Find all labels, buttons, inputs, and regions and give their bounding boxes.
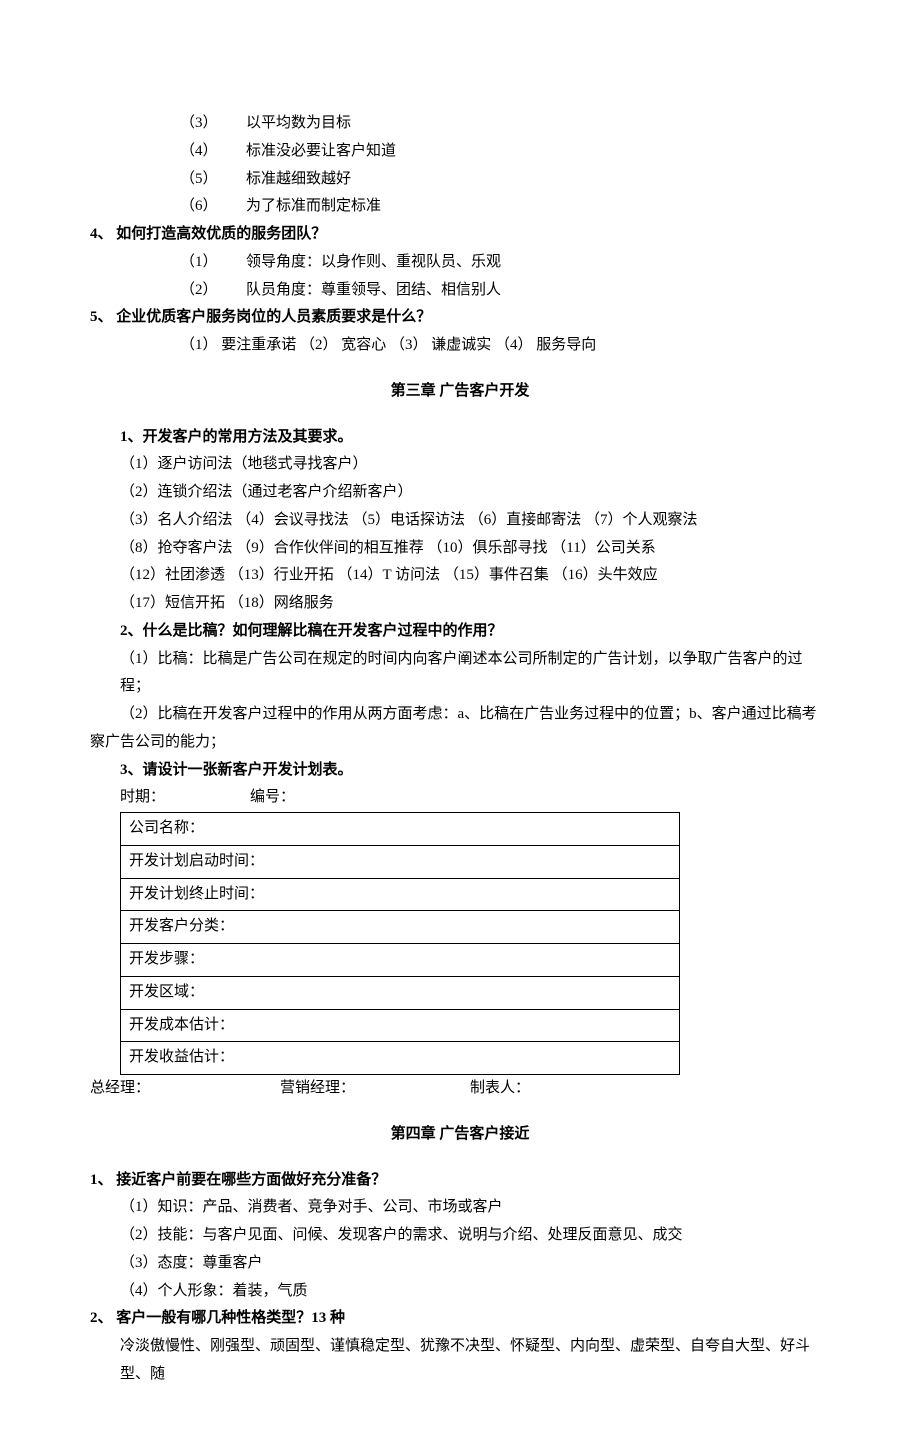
c3-q3-heading: 3、请设计一张新客户开发计划表。 [90,757,830,785]
table-cell: 开发计划终止时间： [121,878,680,911]
c4-q1-heading: 1、 接近客户前要在哪些方面做好充分准备？ [90,1167,830,1195]
c4-q2-label: 2、 [90,1310,113,1326]
c4-q1-text: 接近客户前要在哪些方面做好充分准备？ [116,1172,386,1188]
c3-q2-heading: 2、什么是比稿？如何理解比稿在开发客户过程中的作用？ [90,618,830,646]
footer-marketing-manager: 营销经理： [280,1075,470,1103]
item-text: 标准没必要让客户知道 [246,143,396,159]
table-cell: 开发步骤： [121,944,680,977]
table-row: 公司名称： [121,813,680,846]
item-num: （5） [180,166,246,194]
paragraph: 冷淡傲慢性、刚强型、顽固型、谨慎稳定型、犹豫不决型、怀疑型、内向型、虚荣型、自夸… [90,1333,830,1389]
table-cell: 开发计划启动时间： [121,845,680,878]
table-meta-row: 时期： 编号： [90,784,830,812]
table-cell: 开发成本估计： [121,1009,680,1042]
question-5-heading: 5、 企业优质客户服务岗位的人员素质要求是什么？ [90,304,830,332]
c4-q1-label: 1、 [90,1172,113,1188]
question-4-heading: 4、 如何打造高效优质的服务团队？ [90,221,830,249]
item-text: 为了标准而制定标准 [246,198,381,214]
c4-q2-heading: 2、 客户一般有哪几种性格类型？13 种 [90,1305,830,1333]
table-meta-date: 时期： [120,784,180,812]
table-cell: 开发客户分类： [121,911,680,944]
list-item: （3）名人介绍法 （4）会议寻找法 （5）电话探访法 （6）直接邮寄法 （7）个… [90,507,830,535]
q5-text: 企业优质客户服务岗位的人员素质要求是什么？ [116,309,431,325]
item-text: 标准越细致越好 [246,171,351,187]
list-item: （1）逐户访问法（地毯式寻找客户） [90,451,830,479]
table-row: 开发计划终止时间： [121,878,680,911]
paragraph: （2）比稿在开发客户过程中的作用从两方面考虑：a、比稿在广告业务过程中的位置；b… [90,701,830,757]
item-text: 队员角度：尊重领导、团结、相信别人 [246,282,501,298]
table-cell: 开发收益估计： [121,1042,680,1075]
table-cell: 公司名称： [121,813,680,846]
item-num: （1） [180,249,246,277]
chapter-3-title: 第三章 广告客户开发 [90,378,830,406]
table-row: 开发步骤： [121,944,680,977]
chapter-4-title: 第四章 广告客户接近 [90,1121,830,1149]
q5-inline-list: （1） 要注重承诺 （2） 宽容心 （3） 谦虚诚实 （4） 服务导向 [90,332,830,360]
footer-general-manager: 总经理： [90,1075,280,1103]
table-row: 开发收益估计： [121,1042,680,1075]
table-row: 开发计划启动时间： [121,845,680,878]
c4-q2-text: 客户一般有哪几种性格类型？13 种 [116,1310,345,1326]
list-item: （1）知识：产品、消费者、竞争对手、公司、市场或客户 [90,1194,830,1222]
c3-q1-heading: 1、开发客户的常用方法及其要求。 [90,424,830,452]
list-item: （2）连锁介绍法（通过老客户介绍新客户） [90,479,830,507]
list-item: （12）社团渗透 （13）行业开拓 （14）T 访问法 （15）事件召集 （16… [90,562,830,590]
table-row: 开发区域： [121,976,680,1009]
table-cell: 开发区域： [121,976,680,1009]
plan-table: 公司名称： 开发计划启动时间： 开发计划终止时间： 开发客户分类： 开发步骤： … [120,812,680,1075]
table-row: 开发成本估计： [121,1009,680,1042]
q4-text: 如何打造高效优质的服务团队？ [116,226,326,242]
footer-author: 制表人： [470,1075,620,1103]
item-num: （6） [180,193,246,221]
partial-list-top: （3）以平均数为目标 （4）标准没必要让客户知道 （5）标准越细致越好 （6）为… [90,110,830,221]
item-num: （2） [180,277,246,305]
paragraph: （1）比稿：比稿是广告公司在规定的时间内向客户阐述本公司所制定的广告计划，以争取… [90,646,830,702]
q4-label: 4、 [90,226,113,242]
list-item: （3）态度：尊重客户 [90,1250,830,1278]
item-text: 领导角度：以身作则、重视队员、乐观 [246,254,501,270]
list-item: （17）短信开拓 （18）网络服务 [90,590,830,618]
item-num: （3） [180,110,246,138]
table-meta-number: 编号： [250,784,295,812]
q5-label: 5、 [90,309,113,325]
item-num: （4） [180,138,246,166]
table-footer-row: 总经理： 营销经理： 制表人： [90,1075,830,1103]
table-row: 开发客户分类： [121,911,680,944]
list-item: （4）个人形象：着装，气质 [90,1278,830,1306]
list-item: （2）技能：与客户见面、问候、发现客户的需求、说明与介绍、处理反面意见、成交 [90,1222,830,1250]
item-text: 以平均数为目标 [246,115,351,131]
list-item: （8）抢夺客户法 （9）合作伙伴间的相互推荐 （10）俱乐部寻找 （11）公司关… [90,535,830,563]
